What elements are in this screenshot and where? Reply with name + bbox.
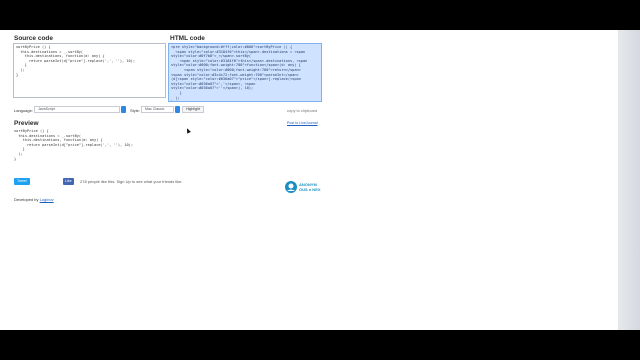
html-code-text: <pre style="background:#fff;color:#000">… [171, 45, 308, 101]
language-label: Language: [14, 108, 33, 113]
source-code-heading: Source code [14, 35, 54, 42]
source-code-editor[interactable]: sortByPrice () { this.destinations = _.s… [13, 43, 166, 98]
post-to-livejournal-link[interactable]: Post to LiveJournal [287, 121, 318, 125]
highlight-button[interactable]: Highlight [182, 106, 204, 113]
developed-by-label: Developed by Loginov [14, 197, 54, 202]
style-select[interactable]: Mac Classic [141, 106, 174, 113]
right-gutter [618, 30, 640, 330]
html-code-output[interactable]: <pre style="background:#fff;color:#000">… [168, 43, 322, 102]
copy-to-clipboard[interactable]: copy to clipboard [287, 108, 317, 113]
developer-link[interactable]: Loginov [40, 197, 54, 202]
page: Source code sortByPrice () { this.destin… [0, 30, 640, 330]
anonymous-logo: ANONYM OUS ● NEX [285, 181, 321, 193]
style-label: Style: [130, 108, 141, 113]
preview-heading: Preview [14, 120, 39, 127]
logo-text-bottom: OUS ● NEX [299, 187, 321, 192]
language-select[interactable]: JavaScript [34, 106, 120, 113]
bottom-letterbox [0, 330, 640, 360]
tweet-button[interactable]: Tweet [14, 178, 30, 185]
top-letterbox [0, 0, 640, 30]
developed-by-text: Developed by [14, 197, 39, 202]
preview-code: sortByPrice () { this.destinations = _.s… [14, 129, 133, 161]
html-code-heading: HTML code [170, 35, 205, 42]
like-count-text: 278 people like this. Sign Up to see wha… [80, 179, 183, 184]
source-code-text: sortByPrice () { this.destinations = _.s… [16, 45, 135, 77]
style-dropdown-button[interactable] [175, 106, 180, 113]
mouse-cursor-icon [185, 127, 191, 134]
facebook-like-button[interactable]: Like [63, 178, 74, 185]
language-dropdown-button[interactable] [121, 106, 126, 113]
